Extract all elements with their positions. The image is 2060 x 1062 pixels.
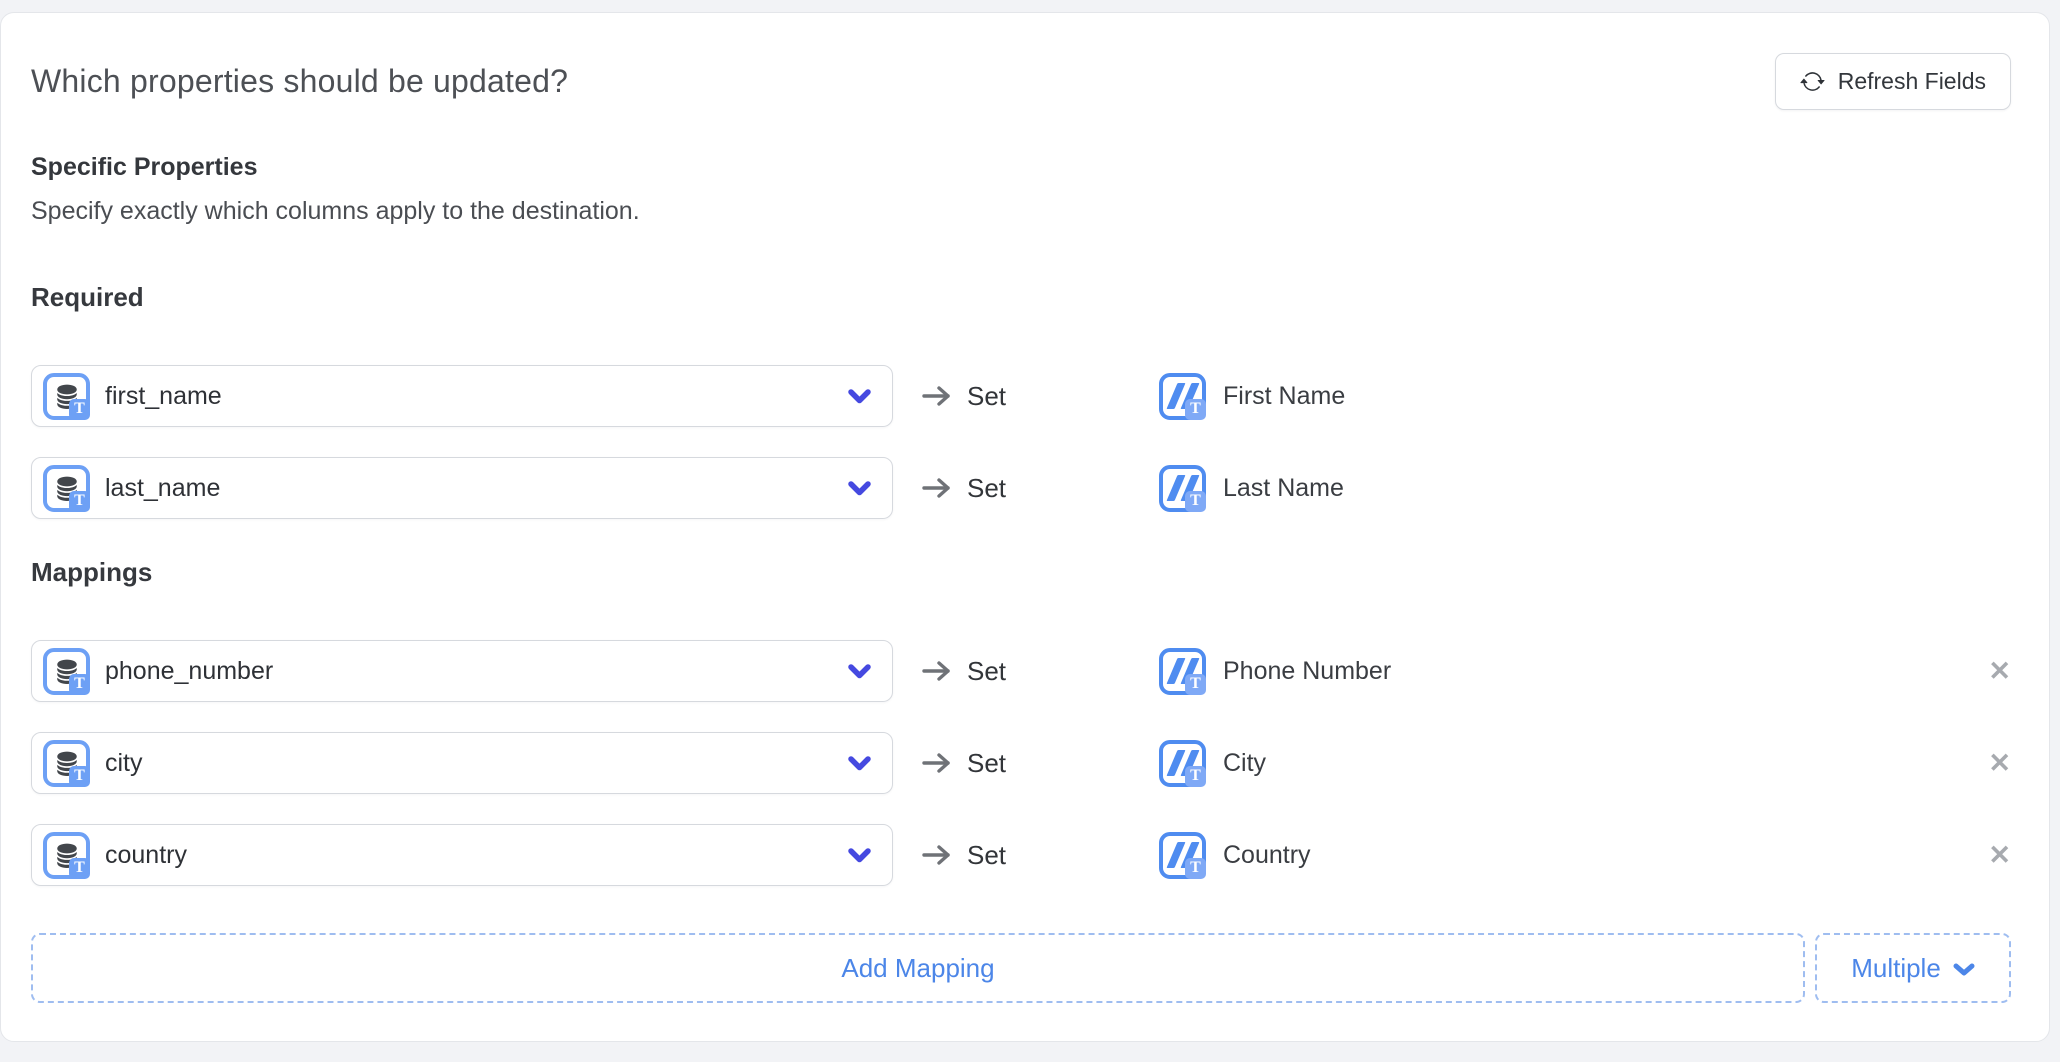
mapping-row: T city Set T City ✕ <box>31 732 2011 794</box>
operation-cell: Set <box>893 748 1159 779</box>
set-label: Set <box>967 748 1006 779</box>
chevron-down-icon <box>847 756 872 771</box>
refresh-fields-button[interactable]: Refresh Fields <box>1775 53 2011 110</box>
database-column-icon: T <box>43 740 90 787</box>
destination-field-name: Last Name <box>1223 474 1344 503</box>
source-column-name: country <box>105 841 187 870</box>
destination-cell: T Phone Number <box>1159 648 1981 695</box>
set-label: Set <box>967 840 1006 871</box>
remove-mapping-button[interactable]: ✕ <box>1988 658 2011 685</box>
refresh-fields-label: Refresh Fields <box>1838 68 1986 95</box>
source-column-select[interactable]: T last_name <box>31 457 893 519</box>
chevron-down-icon <box>847 848 872 863</box>
mapping-row: T last_name Set T Last Name ✕ <box>31 457 2011 519</box>
set-label: Set <box>967 656 1006 687</box>
section-heading: Required <box>31 282 2011 313</box>
destination-type-badge: T <box>1185 674 1206 695</box>
operation-cell: Set <box>893 656 1159 687</box>
arrow-right-icon <box>921 843 952 867</box>
arrow-right-icon <box>921 751 952 775</box>
add-mapping-button[interactable]: Add Mapping <box>31 933 1805 1003</box>
chevron-down-icon <box>847 481 872 496</box>
chevron-down-icon <box>847 389 872 404</box>
destination-field-icon: T <box>1159 832 1206 879</box>
add-mapping-label: Add Mapping <box>841 953 994 984</box>
multiple-dropdown-button[interactable]: Multiple <box>1815 933 2011 1003</box>
remove-mapping-button[interactable]: ✕ <box>1988 842 2011 869</box>
source-type-badge: T <box>69 766 90 787</box>
source-type-badge: T <box>69 674 90 695</box>
chevron-down-icon <box>847 664 872 679</box>
database-column-icon: T <box>43 373 90 420</box>
multiple-label: Multiple <box>1851 953 1941 984</box>
chevron-down-icon <box>1953 963 1975 976</box>
arrow-right-icon <box>921 384 952 408</box>
destination-cell: T Country <box>1159 832 1981 879</box>
source-column-name: city <box>105 749 143 778</box>
set-label: Set <box>967 381 1006 412</box>
source-type-badge: T <box>69 399 90 420</box>
source-type-badge: T <box>69 858 90 879</box>
mapping-row: T first_name Set T First Name ✕ <box>31 365 2011 427</box>
properties-card: Which properties should be updated? Refr… <box>0 12 2050 1042</box>
destination-cell: T City <box>1159 740 1981 787</box>
intro-description: Specify exactly which columns apply to t… <box>31 196 2011 226</box>
source-column-name: phone_number <box>105 657 273 686</box>
card-header: Which properties should be updated? Refr… <box>31 53 2011 110</box>
destination-field-name: Country <box>1223 841 1311 870</box>
database-column-icon: T <box>43 832 90 879</box>
operation-cell: Set <box>893 840 1159 871</box>
footer-actions: Add Mapping Multiple <box>31 933 2011 1003</box>
operation-cell: Set <box>893 473 1159 504</box>
destination-type-badge: T <box>1185 399 1206 420</box>
destination-field-name: City <box>1223 749 1266 778</box>
destination-field-name: First Name <box>1223 382 1345 411</box>
destination-cell: T Last Name <box>1159 465 1981 512</box>
source-column-name: first_name <box>105 382 222 411</box>
source-column-select[interactable]: T country <box>31 824 893 886</box>
intro-heading: Specific Properties <box>31 152 2011 182</box>
mapping-sections: Required T first_name Set <box>31 282 2011 886</box>
set-label: Set <box>967 473 1006 504</box>
source-column-select[interactable]: T first_name <box>31 365 893 427</box>
source-column-name: last_name <box>105 474 220 503</box>
mapping-row: T country Set T Country ✕ <box>31 824 2011 886</box>
operation-cell: Set <box>893 381 1159 412</box>
refresh-icon <box>1800 69 1825 94</box>
destination-cell: T First Name <box>1159 373 1981 420</box>
section-heading: Mappings <box>31 557 2011 588</box>
arrow-right-icon <box>921 476 952 500</box>
section-intro: Specific Properties Specify exactly whic… <box>31 152 2011 226</box>
remove-mapping-button[interactable]: ✕ <box>1988 750 2011 777</box>
destination-type-badge: T <box>1185 491 1206 512</box>
destination-type-badge: T <box>1185 766 1206 787</box>
database-column-icon: T <box>43 465 90 512</box>
destination-field-icon: T <box>1159 465 1206 512</box>
source-column-select[interactable]: T phone_number <box>31 640 893 702</box>
arrow-right-icon <box>921 659 952 683</box>
source-type-badge: T <box>69 491 90 512</box>
destination-field-icon: T <box>1159 373 1206 420</box>
source-column-select[interactable]: T city <box>31 732 893 794</box>
destination-field-icon: T <box>1159 740 1206 787</box>
destination-type-badge: T <box>1185 858 1206 879</box>
database-column-icon: T <box>43 648 90 695</box>
destination-field-name: Phone Number <box>1223 657 1391 686</box>
destination-field-icon: T <box>1159 648 1206 695</box>
mapping-row: T phone_number Set T Phone Number ✕ <box>31 640 2011 702</box>
page-title: Which properties should be updated? <box>31 63 568 100</box>
